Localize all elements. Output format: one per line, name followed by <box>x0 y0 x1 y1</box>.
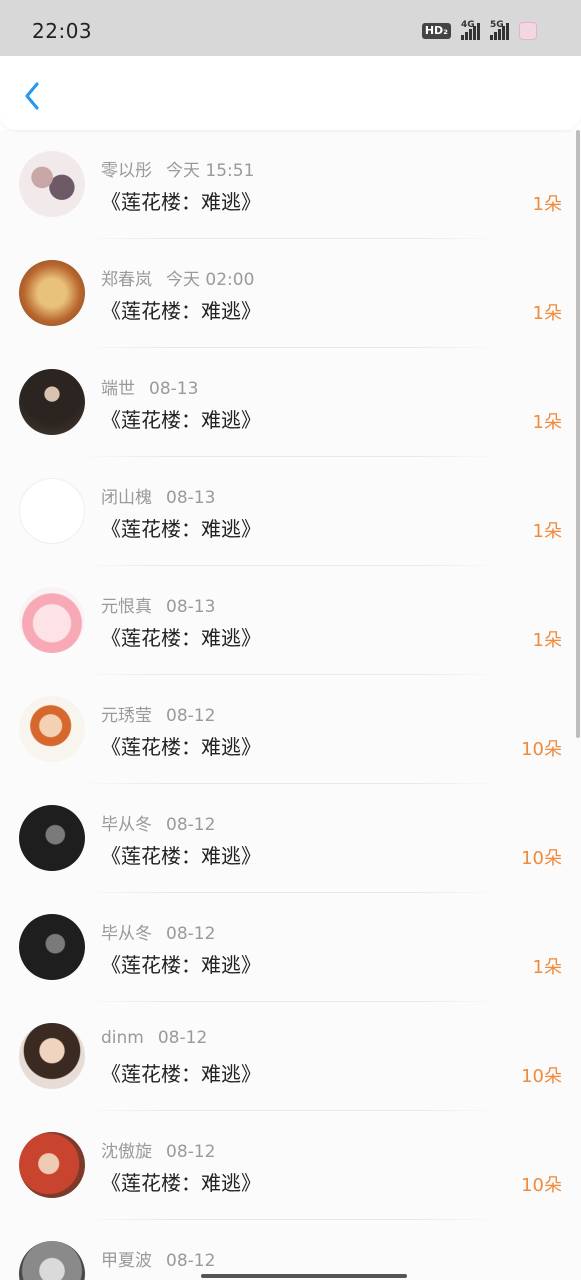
record-time: 08-13 <box>149 379 199 399</box>
avatar[interactable] <box>19 587 85 653</box>
avatar[interactable] <box>19 805 85 871</box>
record-time: 08-13 <box>166 597 216 617</box>
gift-amount: 1朵 <box>532 194 562 215</box>
record-meta: 毕从冬 08-12 <box>101 919 215 944</box>
avatar[interactable] <box>19 914 85 980</box>
avatar[interactable] <box>19 1241 85 1280</box>
work-title[interactable]: 《莲花楼：难逃》 <box>101 295 261 324</box>
list-item[interactable]: 零以彤 今天 15:51 《莲花楼：难逃》 1朵 <box>0 130 581 239</box>
avatar[interactable] <box>19 478 85 544</box>
record-time: 今天 15:51 <box>166 161 255 181</box>
record-time: 08-12 <box>166 1251 216 1271</box>
gift-amount: 1朵 <box>532 303 562 324</box>
user-name[interactable]: dinm <box>101 1028 144 1048</box>
user-name[interactable]: 闭山槐 <box>101 488 152 508</box>
record-meta: 零以彤 今天 15:51 <box>101 156 254 181</box>
avatar[interactable] <box>19 260 85 326</box>
back-button[interactable] <box>16 76 48 116</box>
record-time: 08-12 <box>166 1142 216 1162</box>
list-item[interactable]: 闭山槐 08-13 《莲花楼：难逃》 1朵 <box>0 457 581 566</box>
avatar[interactable] <box>19 696 85 762</box>
gift-amount: 1朵 <box>532 521 562 542</box>
avatar[interactable] <box>19 1023 85 1089</box>
user-name[interactable]: 端世 <box>101 379 135 399</box>
record-meta: 闭山槐 08-13 <box>101 483 215 508</box>
signal-5g-icon: 5G <box>490 20 509 40</box>
list-item[interactable]: 毕从冬 08-12 《莲花楼：难逃》 10朵 <box>0 784 581 893</box>
list-item[interactable]: dinm 08-12 《莲花楼：难逃》 10朵 <box>0 1002 581 1111</box>
work-title[interactable]: 《莲花楼：难逃》 <box>101 949 261 978</box>
signal-4g-icon: 4G <box>461 20 480 40</box>
status-time: 22:03 <box>32 19 93 43</box>
record-time: 08-12 <box>166 706 216 726</box>
scrollbar[interactable] <box>576 130 580 738</box>
work-title[interactable]: 《莲花楼：难逃》 <box>101 1167 261 1196</box>
gift-amount: 1朵 <box>532 412 562 433</box>
record-time: 08-12 <box>157 1028 208 1048</box>
status-icons: HD₂ 4G 5G <box>421 20 537 42</box>
avatar[interactable] <box>19 369 85 435</box>
nav-bar <box>0 56 581 130</box>
work-title[interactable]: 《莲花楼：难逃》 <box>101 186 261 215</box>
avatar[interactable] <box>19 1132 85 1198</box>
list-item[interactable]: 端世 08-13 《莲花楼：难逃》 1朵 <box>0 348 581 457</box>
record-meta: 郑春岚 今天 02:00 <box>101 265 254 290</box>
gift-amount: 1朵 <box>532 957 562 978</box>
gift-amount: 1朵 <box>532 630 562 651</box>
work-title[interactable]: 《莲花楼：难逃》 <box>101 840 261 869</box>
work-title[interactable]: 《莲花楼：难逃》 <box>101 513 261 542</box>
record-meta: 元琇莹 08-12 <box>101 701 215 726</box>
user-name[interactable]: 沈傲旋 <box>101 1142 152 1162</box>
gift-amount: 10朵 <box>521 739 562 760</box>
user-name[interactable]: 元琇莹 <box>101 706 152 726</box>
list-item[interactable]: 甲夏波08-12《莲花楼：难逃》10朵 <box>0 1220 581 1280</box>
list-item[interactable]: 沈傲旋 08-12 《莲花楼：难逃》 10朵 <box>0 1111 581 1220</box>
gift-amount: 10朵 <box>521 1066 562 1087</box>
record-meta: 沈傲旋 08-12 <box>101 1137 215 1162</box>
notification-app-icon <box>519 22 537 40</box>
record-meta: 甲夏波 08-12 <box>101 1246 215 1271</box>
record-meta: 端世 08-13 <box>101 374 198 399</box>
list-item[interactable]: 郑春岚 今天 02:00 《莲花楼：难逃》 1朵 <box>0 239 581 348</box>
user-name[interactable]: 元恨真 <box>101 597 152 617</box>
record-time: 08-13 <box>166 488 216 508</box>
record-meta: 毕从冬 08-12 <box>101 810 215 835</box>
record-meta: 元恨真 08-13 <box>101 592 215 617</box>
record-time: 08-12 <box>166 924 216 944</box>
avatar[interactable] <box>19 151 85 217</box>
user-name[interactable]: 毕从冬 <box>101 924 152 944</box>
work-title[interactable]: 《莲花楼：难逃》 <box>101 1058 261 1087</box>
record-time: 08-12 <box>166 815 216 835</box>
home-indicator[interactable] <box>201 1274 407 1278</box>
chevron-left-icon <box>25 82 39 110</box>
list-item[interactable]: 毕从冬 08-12 《莲花楼：难逃》 1朵 <box>0 893 581 1002</box>
list-item[interactable]: 元琇莹 08-12 《莲花楼：难逃》 10朵 <box>0 675 581 784</box>
work-title[interactable]: 《莲花楼：难逃》 <box>101 404 261 433</box>
gift-amount: 10朵 <box>521 1175 562 1196</box>
work-title[interactable]: 《莲花楼：难逃》 <box>101 622 261 651</box>
gift-amount: 10朵 <box>521 848 562 869</box>
status-bar: 22:03 HD₂ 4G 5G <box>0 0 581 56</box>
record-time: 今天 02:00 <box>166 270 255 290</box>
record-meta: dinm 08-12 <box>101 1028 207 1048</box>
gift-record-list[interactable]: 零以彤 今天 15:51 《莲花楼：难逃》 1朵 郑春岚 今天 02:00 《莲花楼：难逃》… <box>0 130 581 1280</box>
user-name[interactable]: 郑春岚 <box>101 270 152 290</box>
list-item[interactable]: 元恨真 08-13 《莲花楼：难逃》 1朵 <box>0 566 581 675</box>
user-name[interactable]: 毕从冬 <box>101 815 152 835</box>
user-name[interactable]: 甲夏波 <box>101 1251 152 1271</box>
user-name[interactable]: 零以彤 <box>101 161 152 181</box>
work-title[interactable]: 《莲花楼：难逃》 <box>101 731 261 760</box>
hd-voice-icon: HD₂ <box>421 23 451 39</box>
